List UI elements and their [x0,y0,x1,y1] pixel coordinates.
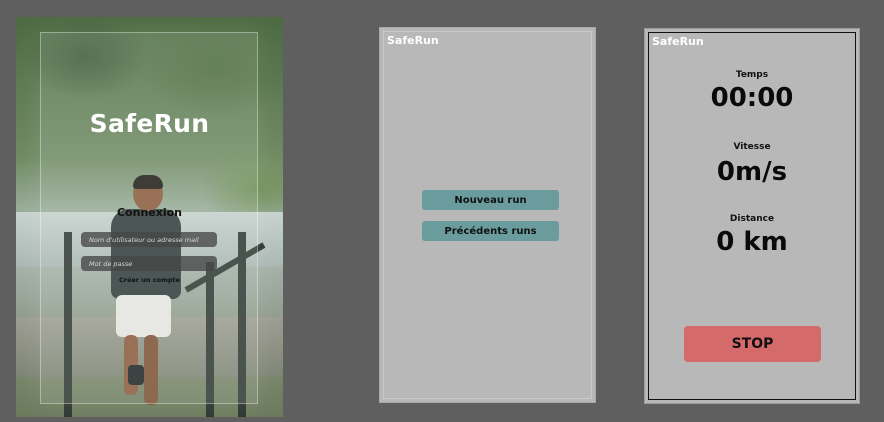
new-run-button[interactable]: Nouveau run [422,190,559,210]
previous-runs-button[interactable]: Précédents runs [422,221,559,241]
app-brand: SafeRun [387,34,439,47]
run-screen: SafeRun Temps 00:00 Vitesse 0m/s Distanc… [644,28,860,404]
stop-button[interactable]: STOP [684,326,821,362]
password-input[interactable] [81,256,217,271]
login-screen: SafeRun Connexion Créer un compte [16,17,283,417]
menu-screen: SafeRun Nouveau run Précédents runs [379,27,596,403]
time-value: 00:00 [710,83,794,113]
app-brand: SafeRun [652,35,704,48]
speed-label: Vitesse [733,142,771,152]
distance-value: 0 km [716,227,788,257]
username-email-input[interactable] [81,232,217,247]
speed-value: 0m/s [716,157,788,187]
create-account-link[interactable]: Créer un compte [16,276,283,284]
login-heading: Connexion [116,206,182,219]
app-logo: SafeRun [89,109,210,138]
time-label: Temps [735,70,769,80]
distance-label: Distance [729,214,775,224]
